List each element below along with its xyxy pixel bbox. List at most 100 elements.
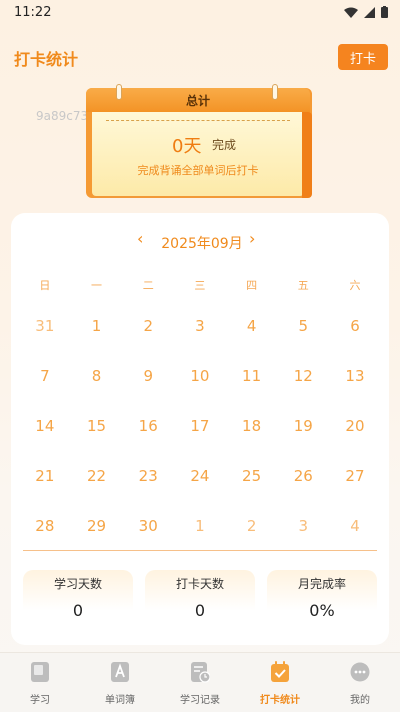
calendar-day[interactable]: 17 (174, 417, 226, 435)
bottom-nav: 学习 单词簿 学习记录 打卡统计 我的 (0, 652, 400, 712)
calendar-day[interactable]: 5 (277, 317, 329, 335)
stats-divider (23, 550, 377, 551)
stat-value: 0 (194, 601, 206, 620)
stat-value: 0 (72, 601, 84, 620)
summary-hint: 完成背诵全部单词后打卡 (137, 164, 259, 177)
calendar-week: 14 15 16 17 18 19 20 (19, 401, 381, 451)
calendar-card: ‹ 2025年09月 › 日 一 二 三 四 五 六 31 1 2 3 4 5 … (11, 213, 389, 645)
calendar-day[interactable]: 31 (19, 317, 71, 335)
weekday-label: 三 (194, 279, 206, 292)
done-label: 完成 (212, 138, 237, 152)
wifi-icon (344, 7, 358, 18)
calendar-day[interactable]: 27 (329, 467, 381, 485)
total-days-value: 0天 (172, 136, 202, 157)
calendar-day[interactable]: 7 (19, 367, 71, 385)
calendar-day[interactable]: 2 (122, 317, 174, 335)
calendar-day[interactable]: 21 (19, 467, 71, 485)
calendar-day[interactable]: 16 (122, 417, 174, 435)
calendar-day[interactable]: 15 (71, 417, 123, 435)
calendar-day[interactable]: 6 (329, 317, 381, 335)
checkin-button[interactable]: 打卡 (338, 44, 388, 70)
nav-label: 学习记录 (180, 695, 220, 706)
wordbook-icon (111, 662, 129, 682)
month-label: 2025年09月 (161, 236, 243, 252)
nav-label: 单词簿 (105, 695, 135, 706)
calendar-day[interactable]: 13 (329, 367, 381, 385)
stat-value: 0% (309, 601, 335, 620)
weekday-label: 一 (91, 279, 103, 292)
stat-label: 打卡天数 (175, 577, 224, 591)
calendar-day[interactable]: 1 (71, 317, 123, 335)
nav-item-profile[interactable]: 我的 (320, 653, 400, 712)
binder-ring-icon (116, 84, 122, 100)
weekday-label: 二 (142, 279, 154, 292)
calendar-week: 7 8 9 10 11 12 13 (19, 351, 381, 401)
stat-monthly-rate: 月完成率 0% (267, 570, 377, 628)
calendar-day[interactable]: 3 (174, 317, 226, 335)
nav-item-study[interactable]: 学习 (0, 653, 80, 712)
calendar-day[interactable]: 9 (122, 367, 174, 385)
calendar-day[interactable]: 26 (277, 467, 329, 485)
calendar-day[interactable]: 11 (226, 367, 278, 385)
calendar-day[interactable]: 3 (277, 517, 329, 535)
calendar-check-icon (271, 661, 289, 682)
calendar-day[interactable]: 10 (174, 367, 226, 385)
weekday-label: 四 (246, 279, 258, 292)
month-navigator: ‹ 2025年09月 › (11, 229, 389, 253)
calendar-day[interactable]: 4 (329, 517, 381, 535)
stat-study-days: 学习天数 0 (23, 570, 133, 628)
summary-title: 总计 (185, 93, 210, 108)
prev-month-button[interactable]: ‹ (137, 229, 143, 248)
stat-checkin-days: 打卡天数 0 (145, 570, 255, 628)
summary-card-edge (302, 112, 312, 198)
calendar-day[interactable]: 18 (226, 417, 278, 435)
header: 打卡统计 打卡 (0, 42, 400, 72)
page-title: 打卡统计 (14, 50, 79, 69)
calendar-day[interactable]: 25 (226, 467, 278, 485)
calendar-day[interactable]: 4 (226, 317, 278, 335)
nav-item-wordbook[interactable]: 单词簿 (80, 653, 160, 712)
calendar-week: 28 29 30 1 2 3 4 (19, 501, 381, 551)
weekday-label: 六 (349, 279, 361, 292)
calendar-day[interactable]: 28 (19, 517, 71, 535)
calendar-day[interactable]: 22 (71, 467, 123, 485)
history-icon (191, 662, 210, 683)
status-time: 11:22 (14, 4, 52, 20)
summary-paper: 0天 完成 完成背诵全部单词后打卡 (92, 112, 304, 196)
summary-dashed-line (106, 120, 290, 121)
profile-icon (350, 662, 370, 682)
book-icon (31, 662, 49, 682)
weekday-label: 五 (297, 279, 309, 292)
calendar-day[interactable]: 1 (174, 517, 226, 535)
calendar-day[interactable]: 8 (71, 367, 123, 385)
nav-label: 我的 (350, 695, 370, 706)
calendar-day[interactable]: 20 (329, 417, 381, 435)
calendar-day[interactable]: 23 (122, 467, 174, 485)
calendar-day[interactable]: 29 (71, 517, 123, 535)
nav-label: 学习 (30, 695, 50, 706)
calendar-day[interactable]: 12 (277, 367, 329, 385)
nav-label: 打卡统计 (260, 695, 300, 706)
stat-label: 月完成率 (297, 577, 346, 591)
status-bar: 11:22 (0, 0, 400, 24)
battery-icon (381, 6, 388, 18)
stat-label: 学习天数 (53, 577, 102, 591)
calendar-day[interactable]: 30 (122, 517, 174, 535)
signal-icon (364, 6, 375, 18)
nav-item-history[interactable]: 学习记录 (160, 653, 240, 712)
calendar-day[interactable]: 19 (277, 417, 329, 435)
calendar-day[interactable]: 14 (19, 417, 71, 435)
summary-card: 总计 0天 完成 完成背诵全部单词后打卡 (86, 84, 312, 200)
calendar-week: 21 22 23 24 25 26 27 (19, 451, 381, 501)
calendar-grid: 31 1 2 3 4 5 6 7 8 9 10 11 12 13 14 15 1… (19, 301, 381, 551)
calendar-week: 31 1 2 3 4 5 6 (19, 301, 381, 351)
next-month-button[interactable]: › (249, 229, 255, 248)
calendar-day[interactable]: 2 (226, 517, 278, 535)
binder-ring-icon (272, 84, 278, 100)
calendar-day[interactable]: 24 (174, 467, 226, 485)
nav-item-checkin-stats[interactable]: 打卡统计 (240, 653, 320, 712)
stats-row: 学习天数 0 打卡天数 0 月完成率 0% (23, 570, 377, 628)
weekday-header: 日 一 二 三 四 五 六 (19, 277, 381, 293)
status-icons (344, 6, 388, 18)
weekday-label: 日 (39, 279, 51, 292)
